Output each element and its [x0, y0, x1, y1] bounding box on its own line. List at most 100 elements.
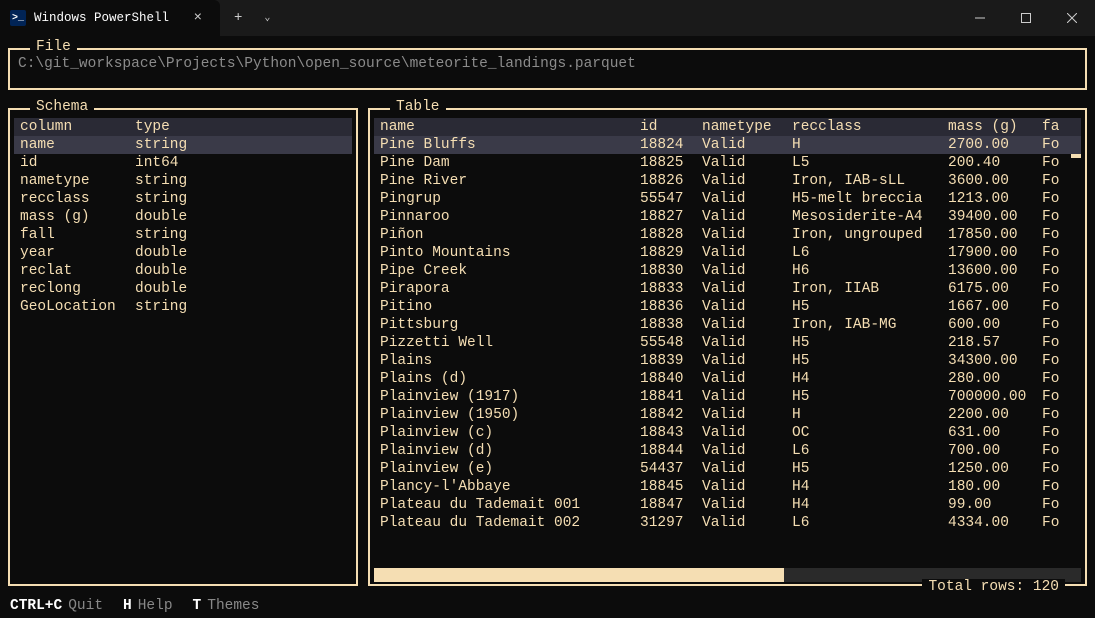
minimize-button[interactable] [957, 0, 1003, 36]
cell-fall: Fo [1042, 263, 1075, 279]
cell-nametype: Valid [702, 173, 792, 189]
cell-name: Pizzetti Well [380, 335, 640, 351]
cell-fall: Fo [1042, 461, 1075, 477]
cell-id: 18840 [640, 371, 702, 387]
cell-id: 18827 [640, 209, 702, 225]
cell-recclass: H4 [792, 479, 948, 495]
cell-fall: Fo [1042, 173, 1075, 189]
schema-col-type: string [135, 299, 346, 315]
table-row[interactable]: Pittsburg18838ValidIron, IAB-MG600.00Fo [374, 316, 1081, 334]
schema-row[interactable]: namestring [14, 136, 352, 154]
table-row[interactable]: Pinto Mountains18829ValidL617900.00Fo [374, 244, 1081, 262]
cell-fall: Fo [1042, 479, 1075, 495]
cell-fall: Fo [1042, 335, 1075, 351]
table-row[interactable]: Piñon18828ValidIron, ungrouped17850.00Fo [374, 226, 1081, 244]
cell-name: Pipe Creek [380, 263, 640, 279]
schema-row[interactable]: reclatdouble [14, 262, 352, 280]
horizontal-scrollbar-thumb[interactable] [374, 568, 784, 582]
cell-id: 55548 [640, 335, 702, 351]
action-quit: Quit [68, 598, 103, 614]
cell-recclass: L6 [792, 443, 948, 459]
cell-fall: Fo [1042, 209, 1075, 225]
cell-id: 55547 [640, 191, 702, 207]
cell-name: Pine Dam [380, 155, 640, 171]
cell-fall: Fo [1042, 191, 1075, 207]
table-row[interactable]: Plateau du Tademait 00118847ValidH499.00… [374, 496, 1081, 514]
table-row[interactable]: Pine Dam18825ValidL5200.40Fo [374, 154, 1081, 172]
schema-col-name: recclass [20, 191, 135, 207]
maximize-button[interactable] [1003, 0, 1049, 36]
table-row[interactable]: Pine River18826ValidIron, IAB-sLL3600.00… [374, 172, 1081, 190]
table-header-recclass: recclass [792, 119, 948, 135]
table-row[interactable]: Plainview (1917)18841ValidH5700000.00Fo [374, 388, 1081, 406]
table-row[interactable]: Plains (d)18840ValidH4280.00Fo [374, 370, 1081, 388]
cell-mass: 3600.00 [948, 173, 1042, 189]
cell-nametype: Valid [702, 371, 792, 387]
schema-col-name: GeoLocation [20, 299, 135, 315]
cell-mass: 34300.00 [948, 353, 1042, 369]
window-controls [957, 0, 1095, 36]
table-row[interactable]: Plateau du Tademait 00231297ValidL64334.… [374, 514, 1081, 532]
schema-col-type: string [135, 191, 346, 207]
tab-dropdown-icon[interactable]: ⌄ [256, 12, 278, 24]
schema-row[interactable]: mass (g)double [14, 208, 352, 226]
new-tab-button[interactable]: + [220, 10, 256, 26]
schema-col-name: name [20, 137, 135, 153]
cell-name: Pingrup [380, 191, 640, 207]
cell-mass: 39400.00 [948, 209, 1042, 225]
cell-fall: Fo [1042, 137, 1075, 153]
file-panel-label: File [30, 39, 77, 55]
table-row[interactable]: Pitino18836ValidH51667.00Fo [374, 298, 1081, 316]
schema-row[interactable]: idint64 [14, 154, 352, 172]
table-row[interactable]: Plainview (c)18843ValidOC631.00Fo [374, 424, 1081, 442]
table-row[interactable]: Plainview (d)18844ValidL6700.00Fo [374, 442, 1081, 460]
cell-nametype: Valid [702, 479, 792, 495]
cell-nametype: Valid [702, 245, 792, 261]
cell-recclass: H5 [792, 353, 948, 369]
key-ctrl-c: CTRL+C [10, 598, 62, 614]
schema-row[interactable]: yeardouble [14, 244, 352, 262]
cell-fall: Fo [1042, 497, 1075, 513]
cell-nametype: Valid [702, 317, 792, 333]
cell-mass: 1667.00 [948, 299, 1042, 315]
table-row[interactable]: Pingrup55547ValidH5-melt breccia1213.00F… [374, 190, 1081, 208]
schema-panel-label: Schema [30, 99, 94, 115]
table-header-id: id [640, 119, 702, 135]
table-row[interactable]: Plainview (1950)18842ValidH2200.00Fo [374, 406, 1081, 424]
cell-recclass: Iron, IAB-sLL [792, 173, 948, 189]
table-row[interactable]: Pizzetti Well55548ValidH5218.57Fo [374, 334, 1081, 352]
close-window-button[interactable] [1049, 0, 1095, 36]
cell-mass: 4334.00 [948, 515, 1042, 531]
cell-fall: Fo [1042, 407, 1075, 423]
cell-id: 18836 [640, 299, 702, 315]
schema-col-type: double [135, 281, 346, 297]
tab-powershell[interactable]: >_ Windows PowerShell × [0, 0, 220, 36]
schema-col-type: double [135, 209, 346, 225]
cell-fall: Fo [1042, 299, 1075, 315]
tab-title: Windows PowerShell [34, 11, 182, 25]
table-header-name: name [380, 119, 640, 135]
schema-col-name: nametype [20, 173, 135, 189]
table-row[interactable]: Pine Bluffs18824ValidH2700.00Fo [374, 136, 1081, 154]
table-row[interactable]: Pipe Creek18830ValidH613600.00Fo [374, 262, 1081, 280]
table-row[interactable]: Pirapora18833ValidIron, IIAB6175.00Fo [374, 280, 1081, 298]
schema-row[interactable]: fallstring [14, 226, 352, 244]
cell-name: Plains (d) [380, 371, 640, 387]
table-header: name id nametype recclass mass (g) fa [374, 118, 1081, 136]
close-tab-icon[interactable]: × [190, 10, 206, 26]
cell-name: Pirapora [380, 281, 640, 297]
cell-id: 18843 [640, 425, 702, 441]
schema-row[interactable]: recclassstring [14, 190, 352, 208]
schema-row[interactable]: GeoLocationstring [14, 298, 352, 316]
cell-nametype: Valid [702, 353, 792, 369]
cell-name: Pine River [380, 173, 640, 189]
cell-id: 18838 [640, 317, 702, 333]
schema-row[interactable]: reclongdouble [14, 280, 352, 298]
table-row[interactable]: Pinnaroo18827ValidMesosiderite-A439400.0… [374, 208, 1081, 226]
table-row[interactable]: Plains18839ValidH534300.00Fo [374, 352, 1081, 370]
cell-name: Plateau du Tademait 001 [380, 497, 640, 513]
table-row[interactable]: Plainview (e)54437ValidH51250.00Fo [374, 460, 1081, 478]
table-row[interactable]: Plancy-l'Abbaye18845ValidH4180.00Fo [374, 478, 1081, 496]
cell-id: 18839 [640, 353, 702, 369]
schema-row[interactable]: nametypestring [14, 172, 352, 190]
